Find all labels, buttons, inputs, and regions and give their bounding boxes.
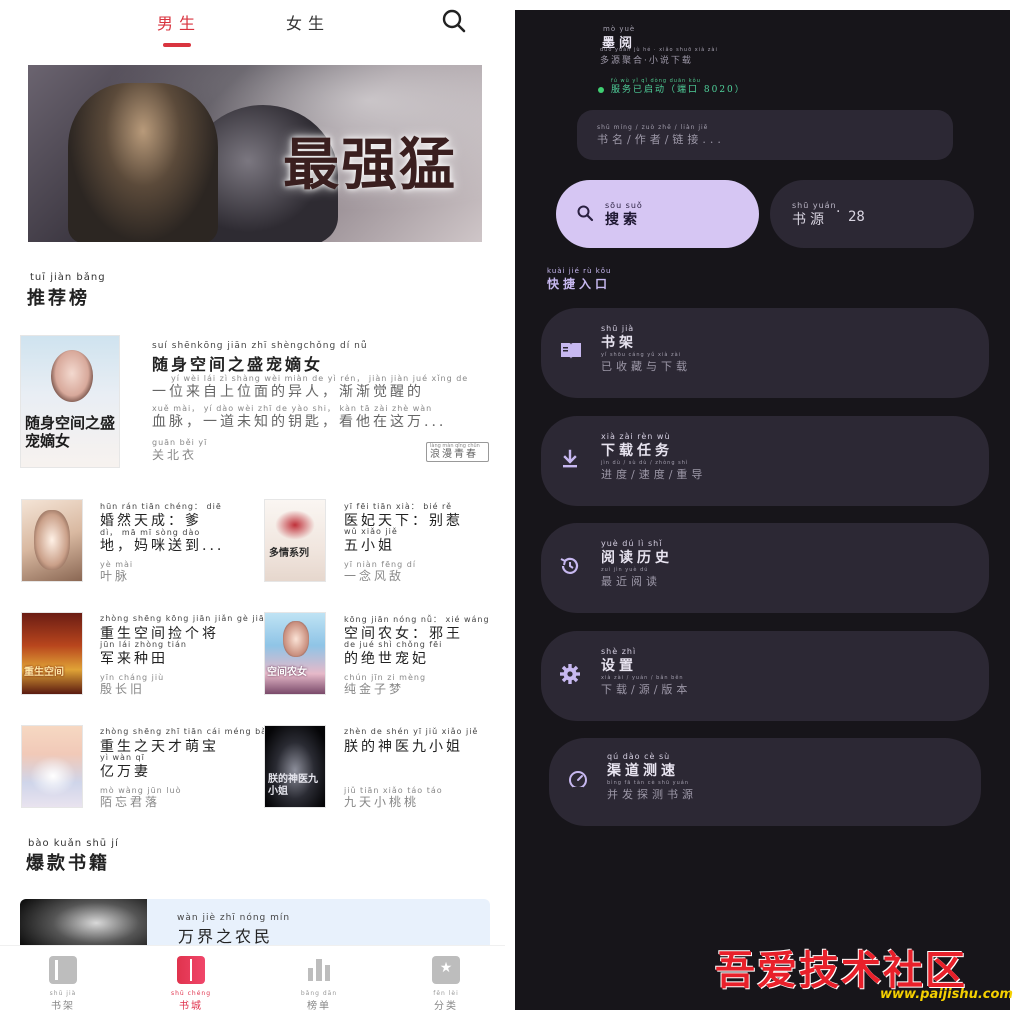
download-icon	[559, 448, 581, 470]
book-cover[interactable]: 多情系列	[264, 499, 326, 582]
book-cover[interactable]: 空间农女	[264, 612, 326, 695]
featured-title[interactable]: 随身空间之盛宠嫡女	[152, 351, 323, 375]
book-author: 一念风敌	[344, 569, 405, 583]
nav-rankings[interactable]: bǎng dān 榜单	[289, 956, 349, 1012]
open-book-icon	[177, 956, 205, 984]
featured-author: 关北衣	[152, 448, 198, 462]
watermark-url: www.paijishu.com	[880, 987, 1013, 1002]
card-bookshelf[interactable]: shū jià 书架 yǐ shōu cáng yǔ xià zài 已收藏与下…	[541, 308, 989, 398]
bookstore-screen: 男生 女生 最强猛 tuī jiàn bǎng 推荐榜 随身空间之盛宠嫡女 su…	[0, 0, 505, 1020]
book-title[interactable]: 朕的神医九小姐	[344, 736, 463, 756]
bottom-navigation: shū jià 书架 shū chéng 书城 bǎng dān 榜单 ★ fē…	[0, 945, 505, 1020]
featured-desc-line-2: 血脉，一道未知的钥匙，看他在这万...	[152, 414, 447, 430]
section-pinyin: tuī jiàn bǎng	[30, 272, 106, 283]
settings-gear-icon	[559, 663, 581, 685]
book-author: 陌忘君落	[100, 795, 161, 809]
warrior-image	[68, 83, 218, 242]
book-cover[interactable]	[21, 725, 83, 808]
book-icon	[49, 956, 77, 984]
card-channel-speedtest[interactable]: qú dào cè sù 渠道测速 bìng fā tàn cè shū yuá…	[549, 738, 981, 826]
card-settings[interactable]: shè zhì 设置 xià zài / yuán / bǎn běn 下载/源…	[541, 631, 989, 721]
featured-book-cover[interactable]: 随身空间之盛宠嫡女	[20, 335, 120, 468]
genre-tag: làng màn qīng chūn 浪漫青春	[426, 442, 489, 462]
nav-categories[interactable]: ★ fēn lèi 分类	[416, 956, 476, 1012]
app-home-screen: mò yuè 墨阅 duō yuán jù hé · xiǎo shuō xià…	[515, 10, 1010, 1010]
book-cover[interactable]	[21, 499, 83, 582]
book-cover[interactable]: 朕的神医九小姐	[264, 725, 326, 808]
card-download-tasks[interactable]: xià zài rèn wù 下载任务 jìn dù / sù dù / zhò…	[541, 416, 989, 506]
book-cover[interactable]: 重生空间	[21, 612, 83, 695]
server-status: 服务已启动（端口 8020）	[611, 85, 746, 95]
book-author: 九天小桃桃	[344, 795, 420, 809]
hot-book-title: 万界之农民	[178, 927, 274, 946]
active-tab-indicator	[163, 43, 191, 47]
status-dot-icon	[598, 87, 604, 93]
search-icon	[576, 204, 594, 222]
section-pinyin: bào kuǎn shū jí	[28, 838, 119, 849]
book-author: 殷长旧	[100, 682, 146, 696]
tab-female[interactable]: 女生	[286, 10, 330, 34]
search-placeholder: 书名/作者/链接...	[597, 133, 725, 146]
banner-title-art: 最强猛	[283, 132, 457, 198]
section-title-recommend: 推荐榜	[27, 288, 90, 309]
search-icon[interactable]	[441, 8, 467, 34]
card-reading-history[interactable]: yuè dú lì shǐ 阅读历史 zuì jìn yuè dú 最近阅读	[541, 523, 989, 613]
section-title-hot: 爆款书籍	[26, 853, 110, 874]
featured-desc-line-1: 一位来自上位面的异人，渐渐觉醒的	[152, 384, 424, 400]
search-button[interactable]: sōu suǒ 搜索	[556, 180, 759, 248]
bookshelf-icon	[559, 340, 581, 362]
nav-bookstore[interactable]: shū chéng 书城	[161, 956, 221, 1012]
featured-title-pinyin: suí shēnkōng jiān zhī shèngchǒng dí nǚ	[152, 341, 368, 351]
nav-bookshelf[interactable]: shū jià 书架	[33, 956, 93, 1012]
tab-male[interactable]: 男生	[157, 10, 201, 34]
source-count: 28	[848, 209, 865, 225]
book-source-button[interactable]: shū yuán 书源 · 28	[770, 180, 974, 248]
quick-access-title: 快捷入口	[547, 277, 612, 291]
promo-banner[interactable]: 最强猛	[28, 65, 482, 242]
app-tagline: 多源聚合·小说下载	[600, 56, 693, 66]
history-icon	[559, 555, 581, 577]
book-author: 纯金子梦	[344, 682, 405, 696]
search-input[interactable]: shū míng / zuò zhě / liàn jiē 书名/作者/链接..…	[577, 110, 953, 160]
book-author: 叶脉	[100, 569, 131, 583]
star-bookmark-icon: ★	[432, 956, 460, 984]
bar-chart-icon	[305, 956, 333, 984]
speedometer-icon	[567, 768, 589, 790]
